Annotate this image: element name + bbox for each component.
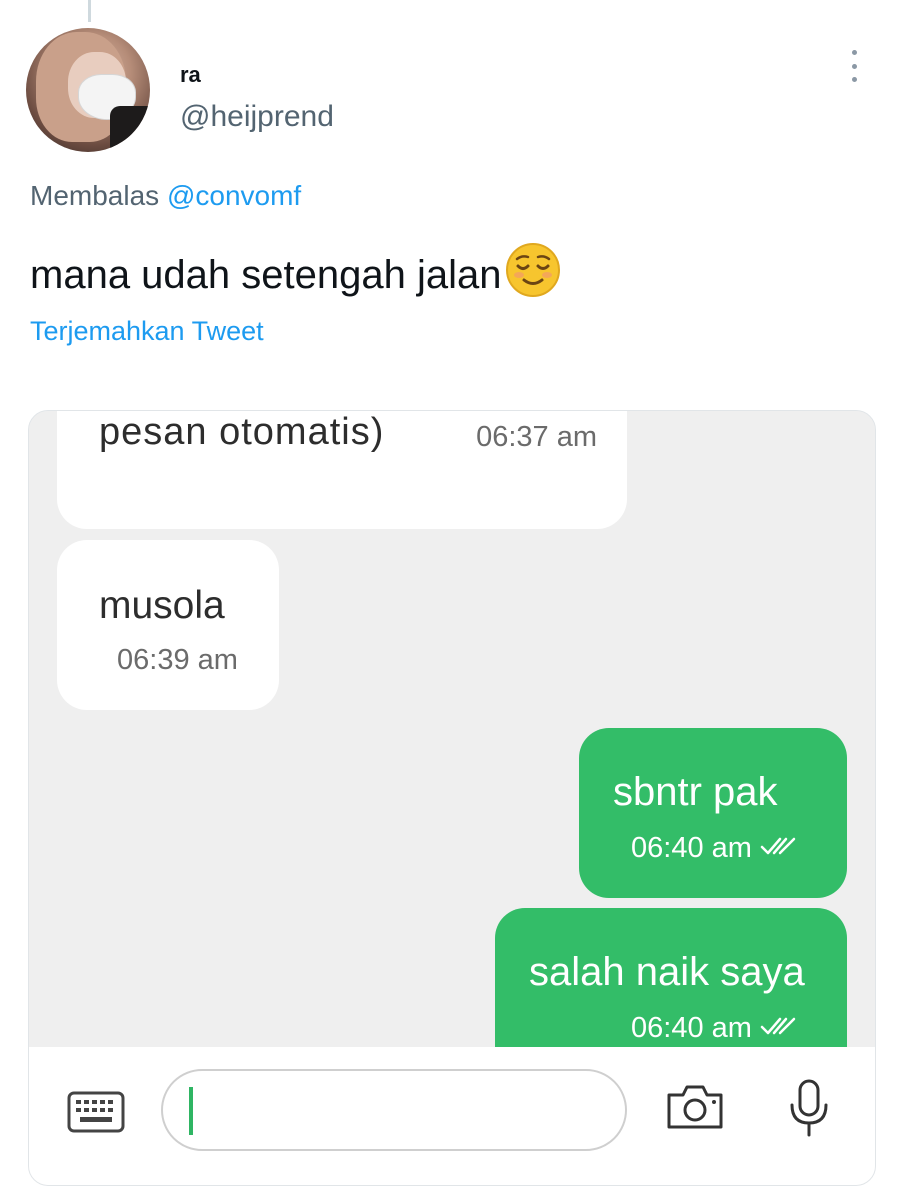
text-cursor — [189, 1087, 193, 1135]
keyboard-icon[interactable] — [67, 1091, 125, 1138]
user-avatar[interactable] — [26, 28, 150, 152]
double-check-icon — [760, 832, 798, 865]
message-time: 06:40 am — [631, 1012, 752, 1044]
message-time: 06:37 am — [476, 421, 597, 453]
message-bubble-incoming: musola 06:39 am — [57, 540, 279, 710]
message-text: sbntr pak — [613, 770, 778, 814]
message-time: 06:40 am — [631, 832, 752, 864]
message-bubble-outgoing: salah naik saya 06:40 am — [495, 908, 847, 1047]
message-meta: 06:40 am — [631, 1012, 798, 1045]
message-text: salah naik saya — [529, 950, 805, 994]
message-meta: 06:40 am — [631, 832, 798, 865]
attached-screenshot[interactable]: pesan otomatis) 06:37 am musola 06:39 am… — [28, 410, 876, 1186]
message-input-bar — [29, 1047, 875, 1185]
message-time: 06:39 am — [117, 644, 238, 676]
message-input-field[interactable] — [161, 1069, 627, 1151]
thread-connector-line — [88, 0, 91, 22]
message-bubble-outgoing: sbntr pak 06:40 am — [579, 728, 847, 898]
translate-tweet-link[interactable]: Terjemahkan Tweet — [30, 316, 264, 347]
relieved-face-emoji-icon — [505, 242, 561, 308]
chat-conversation: pesan otomatis) 06:37 am musola 06:39 am… — [29, 411, 875, 1047]
message-bubble-incoming: pesan otomatis) 06:37 am — [57, 411, 627, 529]
message-text: pesan otomatis) — [99, 411, 385, 453]
reply-prefix: Membalas — [30, 180, 160, 211]
double-check-icon — [760, 1012, 798, 1045]
more-options-icon[interactable] — [848, 50, 860, 82]
tweet-text-content: mana udah setengah jalan — [30, 252, 502, 297]
user-handle[interactable]: @heijprend — [180, 100, 334, 134]
message-text: musola — [99, 584, 225, 627]
display-name[interactable]: ra — [180, 62, 201, 88]
microphone-icon[interactable] — [787, 1077, 831, 1144]
tweet-text: mana udah setengah jalan — [30, 242, 561, 308]
reply-mention-link[interactable]: @convomf — [167, 180, 301, 211]
camera-icon[interactable] — [665, 1081, 725, 1136]
reply-context: Membalas @convomf — [30, 180, 301, 212]
